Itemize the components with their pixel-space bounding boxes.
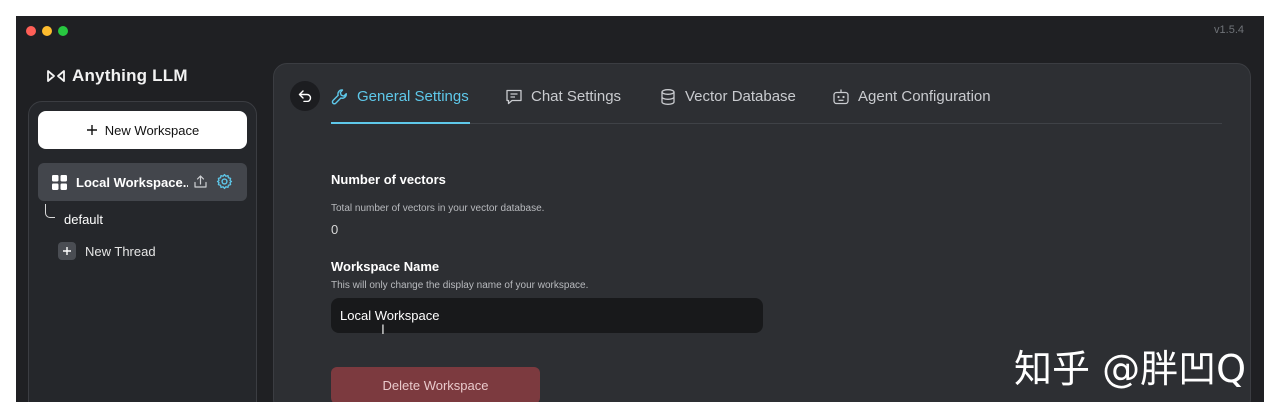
tab-label: General Settings bbox=[357, 88, 469, 105]
settings-tabs: General Settings Chat Settings Vector Da… bbox=[331, 88, 1222, 124]
new-thread-label: New Thread bbox=[85, 243, 156, 259]
text-cursor-icon: I bbox=[381, 321, 385, 337]
minimize-window-button[interactable] bbox=[42, 26, 52, 36]
new-workspace-label: New Workspace bbox=[104, 122, 200, 138]
thread-connector bbox=[45, 204, 55, 218]
plus-icon bbox=[58, 242, 76, 260]
vectors-title: Number of vectors bbox=[331, 172, 446, 187]
wrench-icon bbox=[331, 89, 347, 105]
sidebar-item-local-workspace[interactable]: Local Workspace... bbox=[38, 163, 247, 201]
grid-icon bbox=[52, 174, 67, 190]
workspace-name-input[interactable] bbox=[331, 298, 763, 333]
back-button[interactable] bbox=[290, 81, 320, 111]
back-arrow-icon bbox=[298, 90, 312, 102]
database-icon bbox=[661, 89, 675, 105]
workspace-name-description: This will only change the display name o… bbox=[331, 280, 589, 291]
new-workspace-button[interactable]: New Workspace bbox=[38, 111, 247, 149]
watermark: 知乎 @胖凹Q bbox=[1014, 347, 1246, 391]
delete-workspace-button[interactable]: Delete Workspace bbox=[331, 367, 540, 402]
tab-label: Agent Configuration bbox=[858, 88, 991, 105]
tab-vector-database[interactable]: Vector Database bbox=[659, 88, 796, 124]
vectors-count: 0 bbox=[331, 222, 339, 237]
version-label: v1.5.4 bbox=[1214, 24, 1244, 36]
new-thread-button[interactable]: New Thread bbox=[58, 242, 156, 260]
brand-logo: Anything LLM bbox=[46, 66, 188, 86]
workspace-label: Local Workspace... bbox=[76, 174, 188, 190]
sidebar: New Workspace Local Workspace... default bbox=[28, 101, 257, 402]
workspace-name-title: Workspace Name bbox=[331, 259, 440, 274]
tab-label: Chat Settings bbox=[531, 88, 622, 105]
tab-label: Vector Database bbox=[685, 88, 796, 105]
maximize-window-button[interactable] bbox=[58, 26, 68, 36]
tab-chat-settings[interactable]: Chat Settings bbox=[505, 88, 621, 124]
upload-icon[interactable] bbox=[193, 174, 208, 189]
brand-name: Anything LLM bbox=[72, 66, 188, 85]
title-bar: v1.5.4 bbox=[16, 16, 1264, 46]
gear-icon[interactable] bbox=[216, 173, 233, 190]
chat-icon bbox=[506, 89, 522, 105]
anything-llm-logo-icon bbox=[47, 70, 65, 82]
delete-workspace-label: Delete Workspace bbox=[382, 378, 489, 393]
close-window-button[interactable] bbox=[26, 26, 36, 36]
tab-general-settings[interactable]: General Settings bbox=[331, 88, 470, 124]
plus-icon bbox=[86, 125, 97, 135]
thread-item-default[interactable]: default bbox=[64, 212, 103, 227]
vectors-description: Total number of vectors in your vector d… bbox=[331, 203, 545, 214]
tab-agent-configuration[interactable]: Agent Configuration bbox=[832, 88, 991, 124]
robot-icon bbox=[833, 89, 849, 105]
